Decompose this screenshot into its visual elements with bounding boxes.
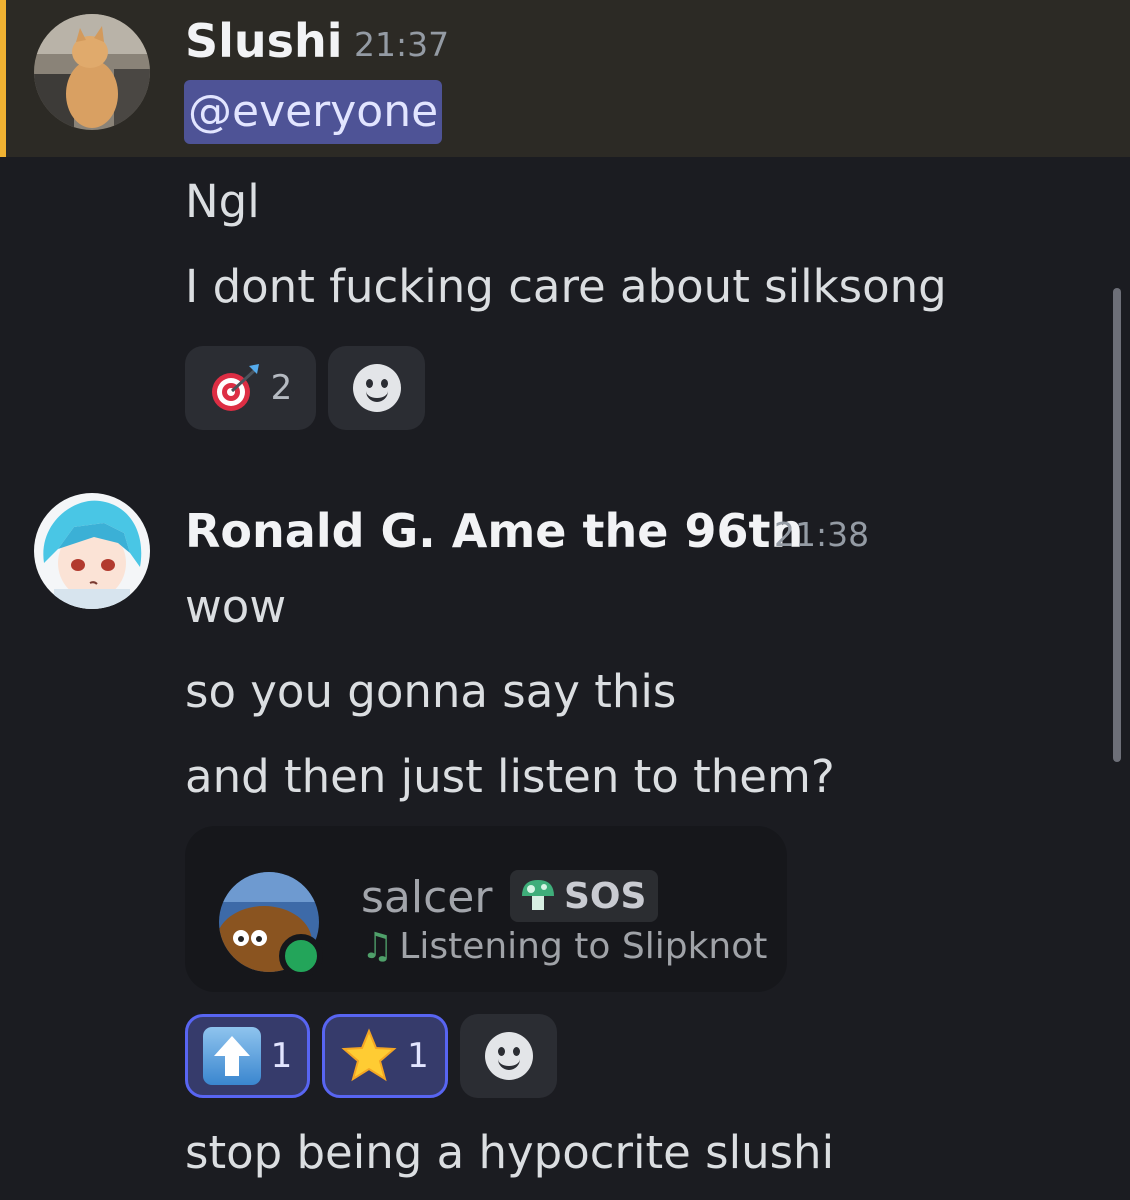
reaction-up-arrow[interactable]: 1 [185,1014,310,1098]
timestamp: 21:37 [354,25,450,64]
reaction-count: 1 [407,1036,429,1076]
message-line: wow [185,580,287,633]
message-line: so you gonna say this [185,665,677,718]
up-arrow-emoji-icon [202,1027,261,1085]
reaction-direct-hit[interactable]: 2 [185,346,316,430]
message-line: I dont fucking care about silksong [185,260,947,313]
message-line: and then just listen to them? [185,750,835,803]
username-slushi[interactable]: Slushi [185,14,343,68]
reaction-star[interactable]: 1 [322,1014,448,1098]
clan-tag-text: SOS [564,875,647,917]
online-status-icon [279,934,323,978]
profile-card-image[interactable]: salcer SOS ♫ Listening to Slipknot [185,826,787,992]
music-note-icon: ♫ [361,926,394,967]
mushroom-icon [522,880,554,910]
mention-highlight-row [0,0,1130,157]
mention-highlight-bar [0,0,6,157]
message-line: stop being a hypocrite slushi [185,1126,835,1179]
timestamp: 21:38 [774,515,870,554]
add-reaction-icon [352,364,401,412]
add-reaction-button[interactable] [460,1014,557,1098]
clan-tag: SOS [510,870,659,922]
username-ronald[interactable]: Ronald G. Ame the 96th [185,504,803,558]
embed-avatar [219,872,323,978]
direct-hit-emoji-icon [211,364,259,411]
reaction-count: 2 [270,368,293,408]
scrollbar-thumb[interactable] [1113,288,1121,762]
avatar-ronald[interactable] [34,493,150,609]
reaction-count: 1 [270,1036,293,1076]
embed-username: salcer [361,872,493,923]
add-reaction-icon [484,1032,533,1080]
add-reaction-button[interactable] [328,346,425,430]
avatar-slushi[interactable] [34,14,150,130]
everyone-mention[interactable]: @everyone [184,80,443,144]
star-emoji-icon [341,1028,397,1082]
activity-text: Listening to Slipknot [399,926,768,967]
activity-status: ♫ Listening to Slipknot [361,926,767,967]
message-line: Ngl [185,175,260,228]
